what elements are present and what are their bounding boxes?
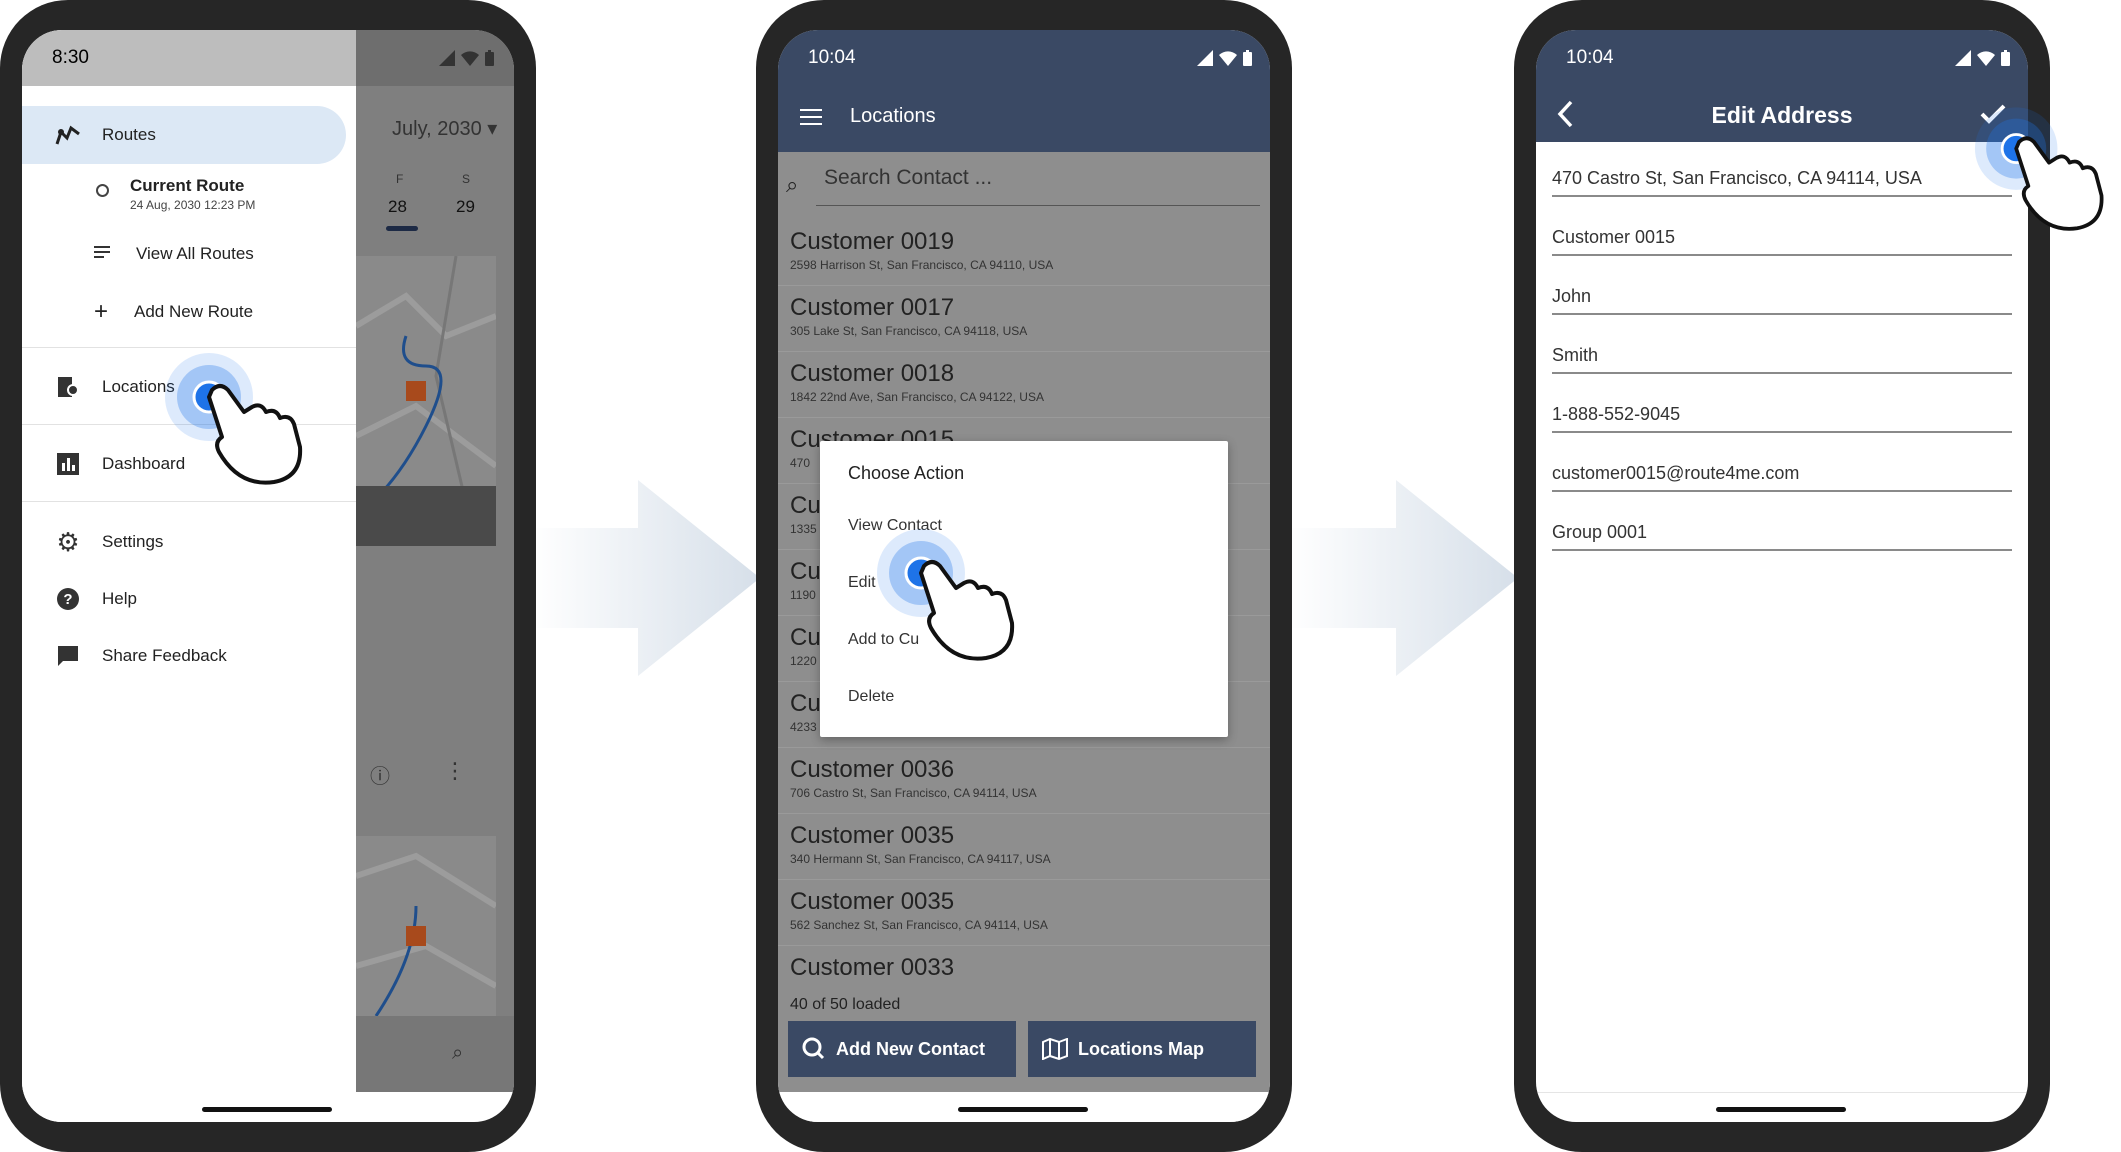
menu-routes[interactable]: Routes <box>22 114 342 156</box>
home-indicator <box>1716 1107 1846 1112</box>
menu-help[interactable]: ? Help <box>22 579 342 619</box>
wifi-icon <box>461 51 479 66</box>
calendar-month[interactable]: July, 2030 ▾ <box>392 116 497 141</box>
list-item[interactable]: Customer 0035 340 Hermann St, San Franci… <box>778 814 1270 880</box>
edit-address-app-bar: 10:04 Edit Address <box>1536 30 2028 142</box>
view-contact-option[interactable]: View Contact <box>848 517 942 535</box>
search-input[interactable]: Search Contact ... <box>816 166 1260 206</box>
route-map-thumbnail-2[interactable] <box>356 836 496 1016</box>
email-field[interactable]: customer0015@route4me.com <box>1552 463 2012 492</box>
save-check-icon[interactable] <box>1980 104 2006 129</box>
wifi-icon <box>1219 51 1237 66</box>
last-name-field[interactable]: Smith <box>1552 345 2012 374</box>
app-bar-title: Locations <box>850 105 936 127</box>
battery-icon <box>1243 50 1252 66</box>
wifi-icon <box>1977 51 1995 66</box>
phone3-screen: 10:04 Edit Address 470 Castro St, San Fr… <box>1536 30 2028 1122</box>
tutorial-stage: July, 2030 ▾ F S 28 29 ⓘ ⋮ ⌕ 8:30 Routes… <box>0 0 2121 1152</box>
add-to-current-route-option[interactable]: Add to Cu <box>848 631 919 649</box>
day-label-s: S <box>462 172 471 186</box>
routes-icon <box>48 124 88 146</box>
navigation-drawer: 8:30 Routes Current Route 24 Aug, 2030 1… <box>22 30 356 1122</box>
battery-icon <box>485 50 494 66</box>
menu-share-feedback-label: Share Feedback <box>102 646 227 665</box>
signal-icon <box>1955 50 1971 66</box>
list-item[interactable]: Customer 0019 2598 Harrison St, San Fran… <box>778 220 1270 286</box>
signal-icon <box>439 50 455 66</box>
day-label-f: F <box>396 172 404 186</box>
step-arrow-2 <box>1288 480 1518 676</box>
phone-edit-address: 10:04 Edit Address 470 Castro St, San Fr… <box>1514 0 2050 1152</box>
menu-view-all-routes[interactable]: View All Routes <box>22 236 342 272</box>
locations-icon <box>48 375 88 399</box>
radio-icon <box>96 184 109 197</box>
more-vert-icon[interactable]: ⋮ <box>444 758 466 784</box>
help-icon: ? <box>48 587 88 611</box>
battery-icon <box>2001 50 2010 66</box>
phone-field[interactable]: 1-888-552-9045 <box>1552 404 2012 433</box>
dashboard-icon <box>48 453 88 475</box>
add-new-route-label: Add New Route <box>134 302 254 321</box>
menu-share-feedback[interactable]: Share Feedback <box>22 636 342 676</box>
phone-navigation-menu: July, 2030 ▾ F S 28 29 ⓘ ⋮ ⌕ 8:30 Routes… <box>0 0 536 1152</box>
phone2-screen: 10:04 Locations ⌕ Search Contact ... Cus… <box>778 30 1270 1122</box>
menu-locations[interactable]: Locations <box>22 367 342 407</box>
route-map-thumbnail-1[interactable] <box>356 256 496 546</box>
view-all-routes-label: View All Routes <box>136 244 254 263</box>
phone-locations-list: 10:04 Locations ⌕ Search Contact ... Cus… <box>756 0 1292 1152</box>
menu-routes-label: Routes <box>102 125 156 144</box>
plus-icon: + <box>94 298 109 325</box>
dialog-title: Choose Action <box>848 463 965 483</box>
list-item[interactable]: Customer 0036 706 Castro St, San Francis… <box>778 748 1270 814</box>
list-item[interactable]: Customer 0017 305 Lake St, San Francisco… <box>778 286 1270 352</box>
delete-option[interactable]: Delete <box>848 688 894 706</box>
info-icon[interactable]: ⓘ <box>370 760 390 789</box>
list-item[interactable]: Customer 0035 562 Sanchez St, San Franci… <box>778 880 1270 946</box>
choose-action-dialog: Choose Action View Contact Edit Add to C… <box>820 441 1228 737</box>
current-route-date: 24 Aug, 2030 12:23 PM <box>130 198 256 212</box>
list-icon <box>94 244 110 264</box>
alias-field[interactable]: Customer 0015 <box>1552 227 2012 256</box>
signal-icon <box>1197 50 1213 66</box>
search-icon[interactable]: ⌕ <box>452 1042 463 1065</box>
feedback-icon <box>48 644 88 668</box>
day-29[interactable]: 29 <box>456 197 475 217</box>
menu-locations-label: Locations <box>102 377 175 396</box>
search-icon: ⌕ <box>786 172 799 197</box>
step-arrow-1 <box>530 480 760 676</box>
list-item[interactable]: Customer 0018 1842 22nd Ave, San Francis… <box>778 352 1270 418</box>
group-field[interactable]: Group 0001 <box>1552 522 2012 551</box>
svg-text:?: ? <box>63 591 72 608</box>
app-bar-title: Edit Address <box>1711 102 1853 128</box>
menu-dashboard[interactable]: Dashboard <box>22 444 342 484</box>
add-new-contact-button[interactable]: Add New Contact <box>788 1021 1016 1077</box>
edit-option[interactable]: Edit <box>848 574 876 592</box>
dimmed-route-app: July, 2030 ▾ F S 28 29 ⓘ ⋮ ⌕ <box>356 30 514 1092</box>
selected-day-indicator <box>386 226 418 231</box>
current-route-title: Current Route <box>130 176 245 195</box>
menu-help-label: Help <box>102 589 137 608</box>
add-contact-icon <box>802 1037 825 1060</box>
hamburger-menu-icon[interactable] <box>800 108 822 131</box>
home-indicator <box>202 1107 332 1112</box>
menu-dashboard-label: Dashboard <box>102 454 186 473</box>
gear-icon: ⚙ <box>56 526 80 557</box>
loaded-status: 40 of 50 loaded <box>790 996 901 1013</box>
menu-settings[interactable]: ⚙ Settings <box>22 522 342 562</box>
locations-app-bar: 10:04 Locations <box>778 30 1270 152</box>
map-icon <box>1042 1038 1068 1060</box>
phone1-screen: July, 2030 ▾ F S 28 29 ⓘ ⋮ ⌕ 8:30 Routes… <box>22 30 514 1122</box>
menu-add-new-route[interactable]: + Add New Route <box>22 294 342 330</box>
day-28[interactable]: 28 <box>388 197 407 217</box>
menu-settings-label: Settings <box>102 532 164 551</box>
home-indicator <box>958 1107 1088 1112</box>
address-field[interactable]: 470 Castro St, San Francisco, CA 94114, … <box>1552 168 2012 197</box>
first-name-field[interactable]: John <box>1552 286 2012 315</box>
status-time: 8:30 <box>52 47 89 68</box>
locations-map-button[interactable]: Locations Map <box>1028 1021 1256 1077</box>
